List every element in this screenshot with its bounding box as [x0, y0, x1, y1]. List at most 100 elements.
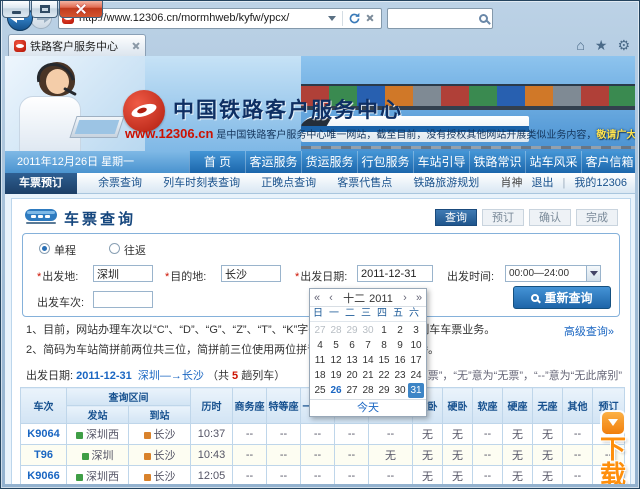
close-button[interactable]	[59, 1, 103, 18]
maximize-button[interactable]	[31, 1, 58, 18]
calendar-day[interactable]: 27	[312, 323, 328, 338]
subnav-ticket-booking[interactable]: 车票预订	[5, 173, 77, 194]
calendar-day-selected[interactable]: 31	[408, 383, 424, 398]
nav-item-station-style[interactable]: 站车风采	[525, 151, 581, 173]
calendar-day[interactable]: 7	[360, 338, 376, 353]
calendar-day[interactable]: 5	[328, 338, 344, 353]
address-dropdown-icon[interactable]	[328, 15, 336, 25]
select-dropdown-icon[interactable]	[586, 266, 600, 281]
calendar-day[interactable]: 11	[312, 353, 328, 368]
nav-item-luggage[interactable]: 行包服务	[357, 151, 413, 173]
minimize-button[interactable]	[2, 1, 30, 18]
end-station-icon	[143, 431, 151, 439]
calendar-day[interactable]: 4	[312, 338, 328, 353]
calendar-today-link[interactable]: 今天	[310, 399, 426, 416]
calendar-day[interactable]: 18	[312, 368, 328, 383]
to-input[interactable]	[221, 265, 281, 282]
subnav-agents[interactable]: 客票代售点	[337, 173, 392, 194]
depart-station: 深圳西	[86, 471, 119, 483]
nav-item-mailbox[interactable]: 客户信箱	[581, 151, 635, 173]
calendar-day[interactable]: 17	[408, 353, 424, 368]
search-box[interactable]	[387, 7, 493, 29]
calendar-day[interactable]: 14	[360, 353, 376, 368]
calendar-day[interactable]: 6	[344, 338, 360, 353]
train-no-input[interactable]	[93, 291, 153, 308]
tools-gear-icon[interactable]: ⚙	[617, 37, 630, 54]
browser-command-bar: ⌂ ★ ⚙	[576, 37, 630, 54]
url-text[interactable]: http://www.12306.cn/mormhweb/kyfw/ypcx/	[74, 12, 325, 24]
arrive-station: 长沙	[153, 450, 176, 462]
subnav-remaining-tickets[interactable]: 余票查询	[98, 173, 142, 194]
calendar-day[interactable]: 15	[376, 353, 392, 368]
calendar-day-today[interactable]: 26	[328, 383, 344, 398]
col-other: 其他	[562, 387, 593, 424]
address-bar[interactable]: http://www.12306.cn/mormhweb/kyfw/ypcx/	[58, 7, 382, 29]
calendar-day[interactable]: 2	[392, 323, 408, 338]
tab-railway-service[interactable]: 铁路客户服务中心	[8, 34, 146, 56]
calendar-day[interactable]: 8	[376, 338, 392, 353]
train-link[interactable]: K9066	[27, 470, 59, 482]
nav-item-home[interactable]: 首 页	[189, 151, 245, 173]
tab-close-icon[interactable]	[132, 41, 140, 50]
next-year-icon[interactable]: »	[412, 292, 426, 304]
train-link[interactable]: T96	[34, 449, 53, 461]
nav-item-passenger[interactable]: 客运服务	[245, 151, 301, 173]
step-query: 查询	[435, 209, 477, 226]
one-way-radio[interactable]	[39, 243, 50, 254]
subnav-timetable[interactable]: 列车时刻表查询	[163, 173, 240, 194]
seat-cell: 无	[442, 465, 473, 484]
favorites-icon[interactable]: ★	[595, 37, 608, 54]
calendar-day[interactable]: 22	[376, 368, 392, 383]
calendar-day[interactable]: 30	[360, 323, 376, 338]
calendar-day[interactable]: 23	[392, 368, 408, 383]
duration-cell: 10:37	[190, 423, 233, 445]
logout-link[interactable]: 退出	[532, 173, 554, 194]
train-link[interactable]: K9064	[27, 428, 59, 440]
calendar-day[interactable]: 29	[344, 323, 360, 338]
nav-item-knowledge[interactable]: 铁路常识	[469, 151, 525, 173]
round-trip-radio[interactable]	[109, 243, 120, 254]
calendar-day[interactable]: 16	[392, 353, 408, 368]
calendar-day[interactable]: 1	[376, 323, 392, 338]
calendar-day[interactable]: 25	[312, 383, 328, 398]
calendar-day[interactable]: 28	[360, 383, 376, 398]
advanced-query-link[interactable]: 高级查询»	[564, 323, 614, 339]
from-input[interactable]	[93, 265, 153, 282]
calendar-day[interactable]: 3	[408, 323, 424, 338]
subnav-travel-plan[interactable]: 铁路旅游规划	[413, 173, 479, 194]
calendar-day[interactable]: 10	[408, 338, 424, 353]
date-picker-popup: « ‹ 十二 2011 › » 日一二三四五六 27 28 29 30 1 2 3	[309, 288, 427, 417]
stop-button[interactable]	[362, 10, 378, 26]
calendar-day[interactable]: 24	[408, 368, 424, 383]
calendar-day[interactable]: 29	[376, 383, 392, 398]
nav-item-station-guide[interactable]: 车站引导	[413, 151, 469, 173]
calendar-day[interactable]: 27	[344, 383, 360, 398]
next-month-icon[interactable]: ›	[398, 292, 412, 304]
calendar-day[interactable]: 9	[392, 338, 408, 353]
search-icon[interactable]	[479, 13, 488, 23]
requery-button[interactable]: 重新查询	[513, 286, 611, 309]
seat-cell: --	[472, 444, 503, 466]
home-icon[interactable]: ⌂	[576, 37, 584, 54]
refresh-button[interactable]	[346, 10, 362, 26]
calendar-day[interactable]: 20	[344, 368, 360, 383]
subnav-punctuality[interactable]: 正晚点查询	[261, 173, 316, 194]
prev-year-icon[interactable]: «	[310, 292, 324, 304]
calendar-day[interactable]: 30	[392, 383, 408, 398]
seat-cell: --	[472, 465, 503, 484]
calendar-day[interactable]: 28	[328, 323, 344, 338]
depart-date-input[interactable]	[357, 265, 433, 282]
tab-favicon	[14, 39, 26, 52]
calendar-day[interactable]: 19	[328, 368, 344, 383]
prev-month-icon[interactable]: ‹	[324, 292, 338, 304]
search-input[interactable]	[392, 12, 479, 24]
calendar-day[interactable]: 13	[344, 353, 360, 368]
calendar-weekdays: 日一二三四五六	[310, 307, 426, 322]
step-book: 预订	[482, 209, 524, 226]
my12306-link[interactable]: 我的12306	[574, 173, 627, 194]
calendar-day[interactable]: 21	[360, 368, 376, 383]
depart-time-select[interactable]: 00:00—24:00	[505, 265, 601, 282]
rails-graphic	[301, 146, 635, 149]
nav-item-freight[interactable]: 货运服务	[301, 151, 357, 173]
calendar-day[interactable]: 12	[328, 353, 344, 368]
